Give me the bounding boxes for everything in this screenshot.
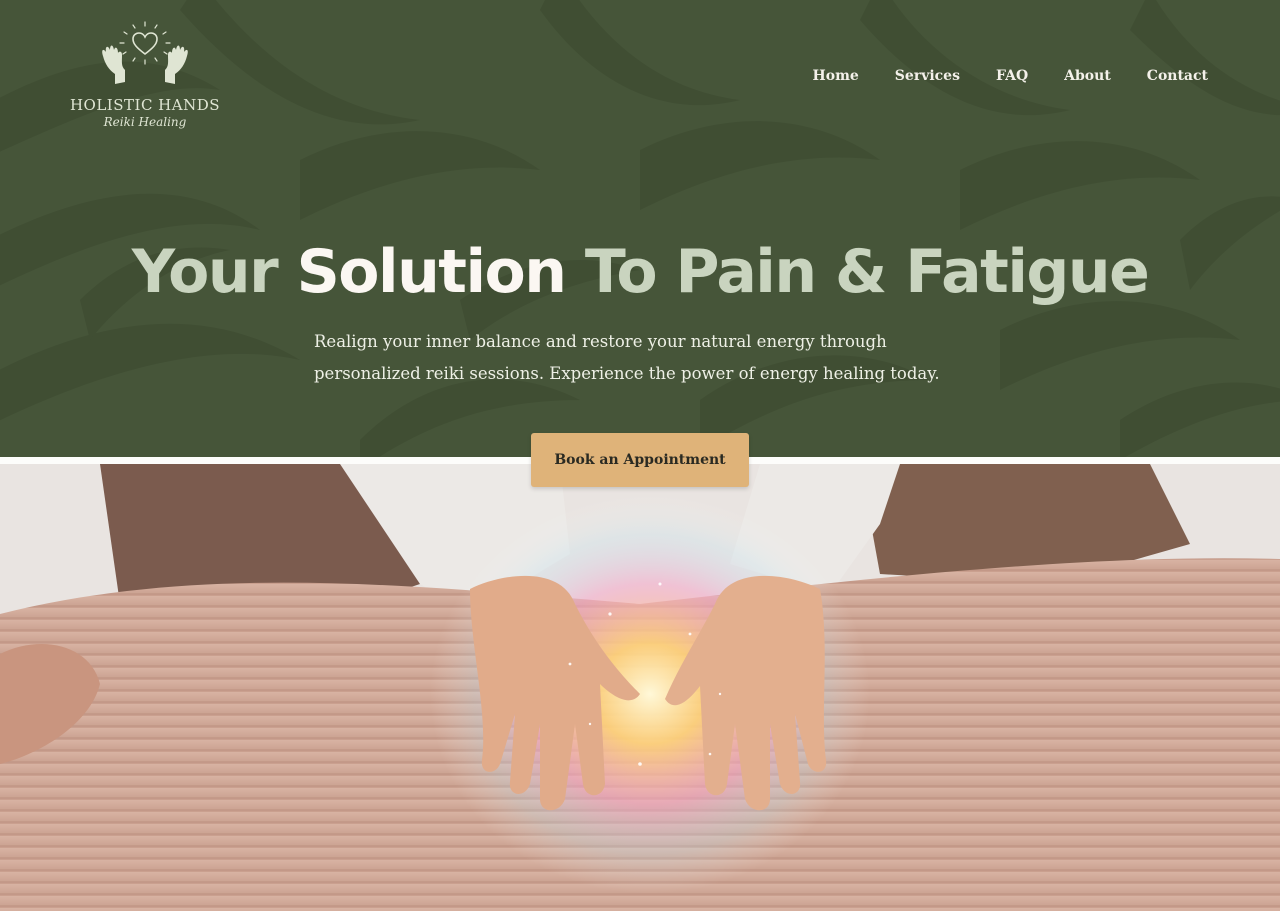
hero-subtext: Realign your inner balance and restore y…	[314, 326, 1014, 390]
nav-item-services[interactable]: Services	[895, 66, 960, 86]
headline-part-your: Your	[131, 237, 297, 307]
nav-item-faq[interactable]: FAQ	[996, 66, 1028, 86]
photo-illustration	[0, 464, 1280, 911]
brand-logo[interactable]: HOLISTIC HANDS Reiki Healing	[60, 18, 230, 138]
nav-item-contact[interactable]: Contact	[1147, 66, 1208, 86]
hands-heart-icon	[102, 21, 188, 84]
hero-section: HOLISTIC HANDS Reiki Healing Home Servic…	[0, 0, 1280, 457]
brand-tagline: Reiki Healing	[103, 115, 187, 129]
hero-subtext-line-1: Realign your inner balance and restore y…	[314, 332, 887, 351]
headline-part-solution: Solution	[296, 237, 567, 307]
hero-subtext-line-2: personalized reiki sessions. Experience …	[314, 364, 940, 383]
reiki-hands-glow-photo	[0, 464, 1280, 911]
book-appointment-button[interactable]: Book an Appointment	[531, 433, 749, 487]
hero-headline: Your Solution To Pain & Fatigue	[0, 232, 1280, 312]
nav-item-home[interactable]: Home	[813, 66, 859, 86]
brand-name: HOLISTIC HANDS	[69, 96, 221, 114]
headline-part-rest: To Pain & Fatigue	[565, 237, 1150, 307]
nav-item-about[interactable]: About	[1064, 66, 1111, 86]
main-nav: Home Services FAQ About Contact	[813, 66, 1209, 86]
landing-page: HOLISTIC HANDS Reiki Healing Home Servic…	[0, 0, 1280, 911]
